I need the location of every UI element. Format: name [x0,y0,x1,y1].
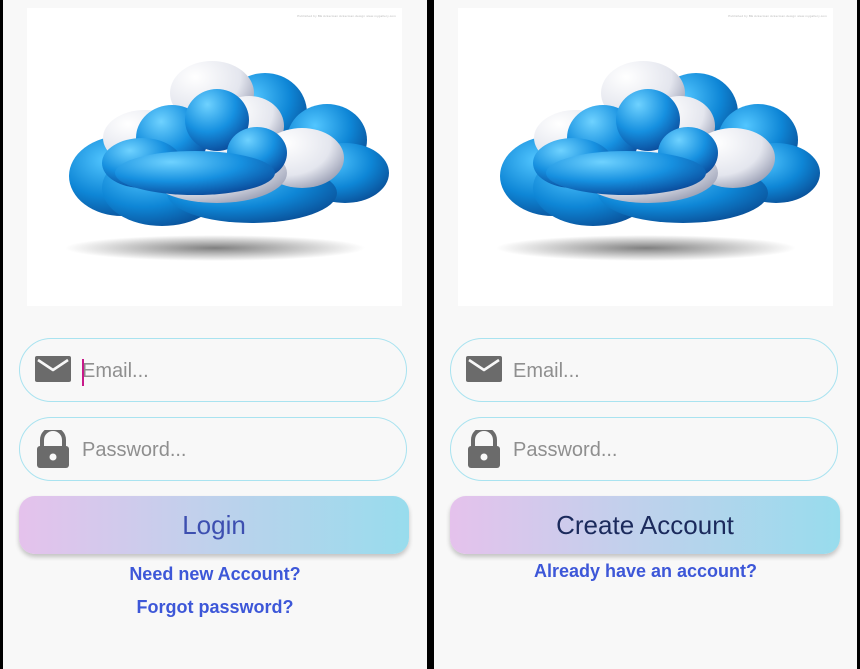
email-field[interactable] [450,338,838,402]
email-input[interactable] [82,349,382,393]
lock-icon [466,430,502,470]
envelope-icon [465,354,503,384]
hero-image: Published by BE Ackerman Ackerman.design… [27,8,402,306]
lock-icon [35,430,71,470]
password-input[interactable] [82,428,382,472]
envelope-icon [34,354,72,384]
forgot-password-link[interactable]: Forgot password? [3,597,427,618]
login-button[interactable]: Login [19,496,409,554]
password-field[interactable] [19,417,407,481]
signup-screen: Published by BE Ackerman Ackerman.design… [434,0,857,669]
password-input[interactable] [513,428,813,472]
already-have-account-link[interactable]: Already have an account? [434,561,857,582]
password-field[interactable] [450,417,838,481]
need-new-account-link[interactable]: Need new Account? [3,564,427,585]
login-screen: Published by BE Ackerman Ackerman.design… [3,0,427,669]
email-field[interactable] [19,338,407,402]
cloud-illustration [496,61,820,261]
text-cursor [82,359,84,386]
cloud-illustration [65,61,389,261]
create-account-button[interactable]: Create Account [450,496,840,554]
email-input[interactable] [513,349,813,393]
hero-image: Published by BE Ackerman Ackerman.design… [458,8,833,306]
